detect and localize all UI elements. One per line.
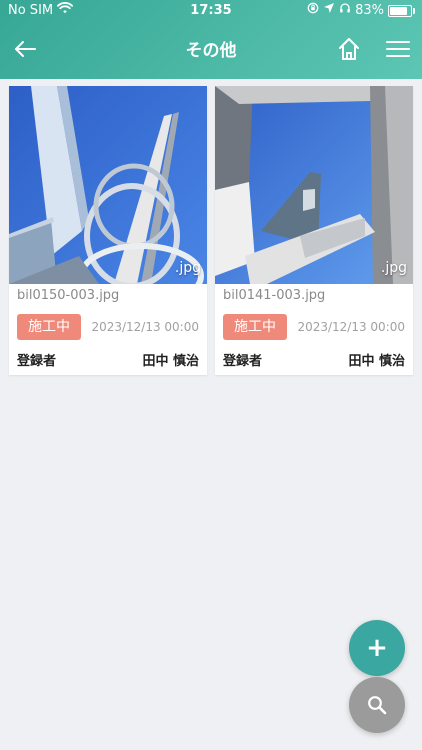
file-name: bil0141-003.jpg xyxy=(223,288,326,303)
battery-percent: 83% xyxy=(355,3,384,18)
building-photo xyxy=(215,86,413,284)
file-name: bil0150-003.jpg xyxy=(17,288,120,303)
app-header: No SIM 17:35 83% その他 xyxy=(0,0,422,79)
status-bar: No SIM 17:35 83% xyxy=(0,0,422,24)
location-icon xyxy=(323,0,335,22)
home-icon xyxy=(339,38,359,60)
status-badge: 施工中 xyxy=(223,314,287,340)
registrant-label: 登録者 xyxy=(223,354,263,369)
menu-button[interactable] xyxy=(381,32,415,66)
registrant-label: 登録者 xyxy=(17,354,57,369)
battery-icon xyxy=(388,5,415,17)
photo-thumbnail[interactable]: .jpg xyxy=(9,86,207,284)
registrant-name: 田中 慎治 xyxy=(142,354,199,369)
battery-level xyxy=(390,7,407,15)
status-right: 83% xyxy=(307,0,415,22)
thumbnail-file-extension: .jpg xyxy=(174,260,201,276)
registrant-name: 田中 慎治 xyxy=(348,354,405,369)
date-label: 2023/12/13 00:00 xyxy=(91,320,199,334)
home-button[interactable] xyxy=(332,32,366,66)
date-label: 2023/12/13 00:00 xyxy=(297,320,405,334)
add-button[interactable]: + xyxy=(349,620,405,676)
thumbnail-file-extension: .jpg xyxy=(380,260,407,276)
photo-card[interactable]: .jpg bil0150-003.jpg 施工中 2023/12/13 00:0… xyxy=(9,86,207,375)
search-icon xyxy=(368,696,387,715)
plus-icon: + xyxy=(366,633,388,663)
search-button[interactable] xyxy=(349,677,405,733)
building-photo xyxy=(9,86,207,284)
photo-card[interactable]: .jpg bil0141-003.jpg 施工中 2023/12/13 00:0… xyxy=(215,86,413,375)
rotation-lock-icon xyxy=(307,0,319,22)
status-badge: 施工中 xyxy=(17,314,81,340)
headphones-icon xyxy=(339,0,351,22)
photo-thumbnail[interactable]: .jpg xyxy=(215,86,413,284)
navigation-bar: その他 xyxy=(0,26,422,72)
menu-icon xyxy=(386,41,410,57)
battery-cap xyxy=(413,8,415,14)
